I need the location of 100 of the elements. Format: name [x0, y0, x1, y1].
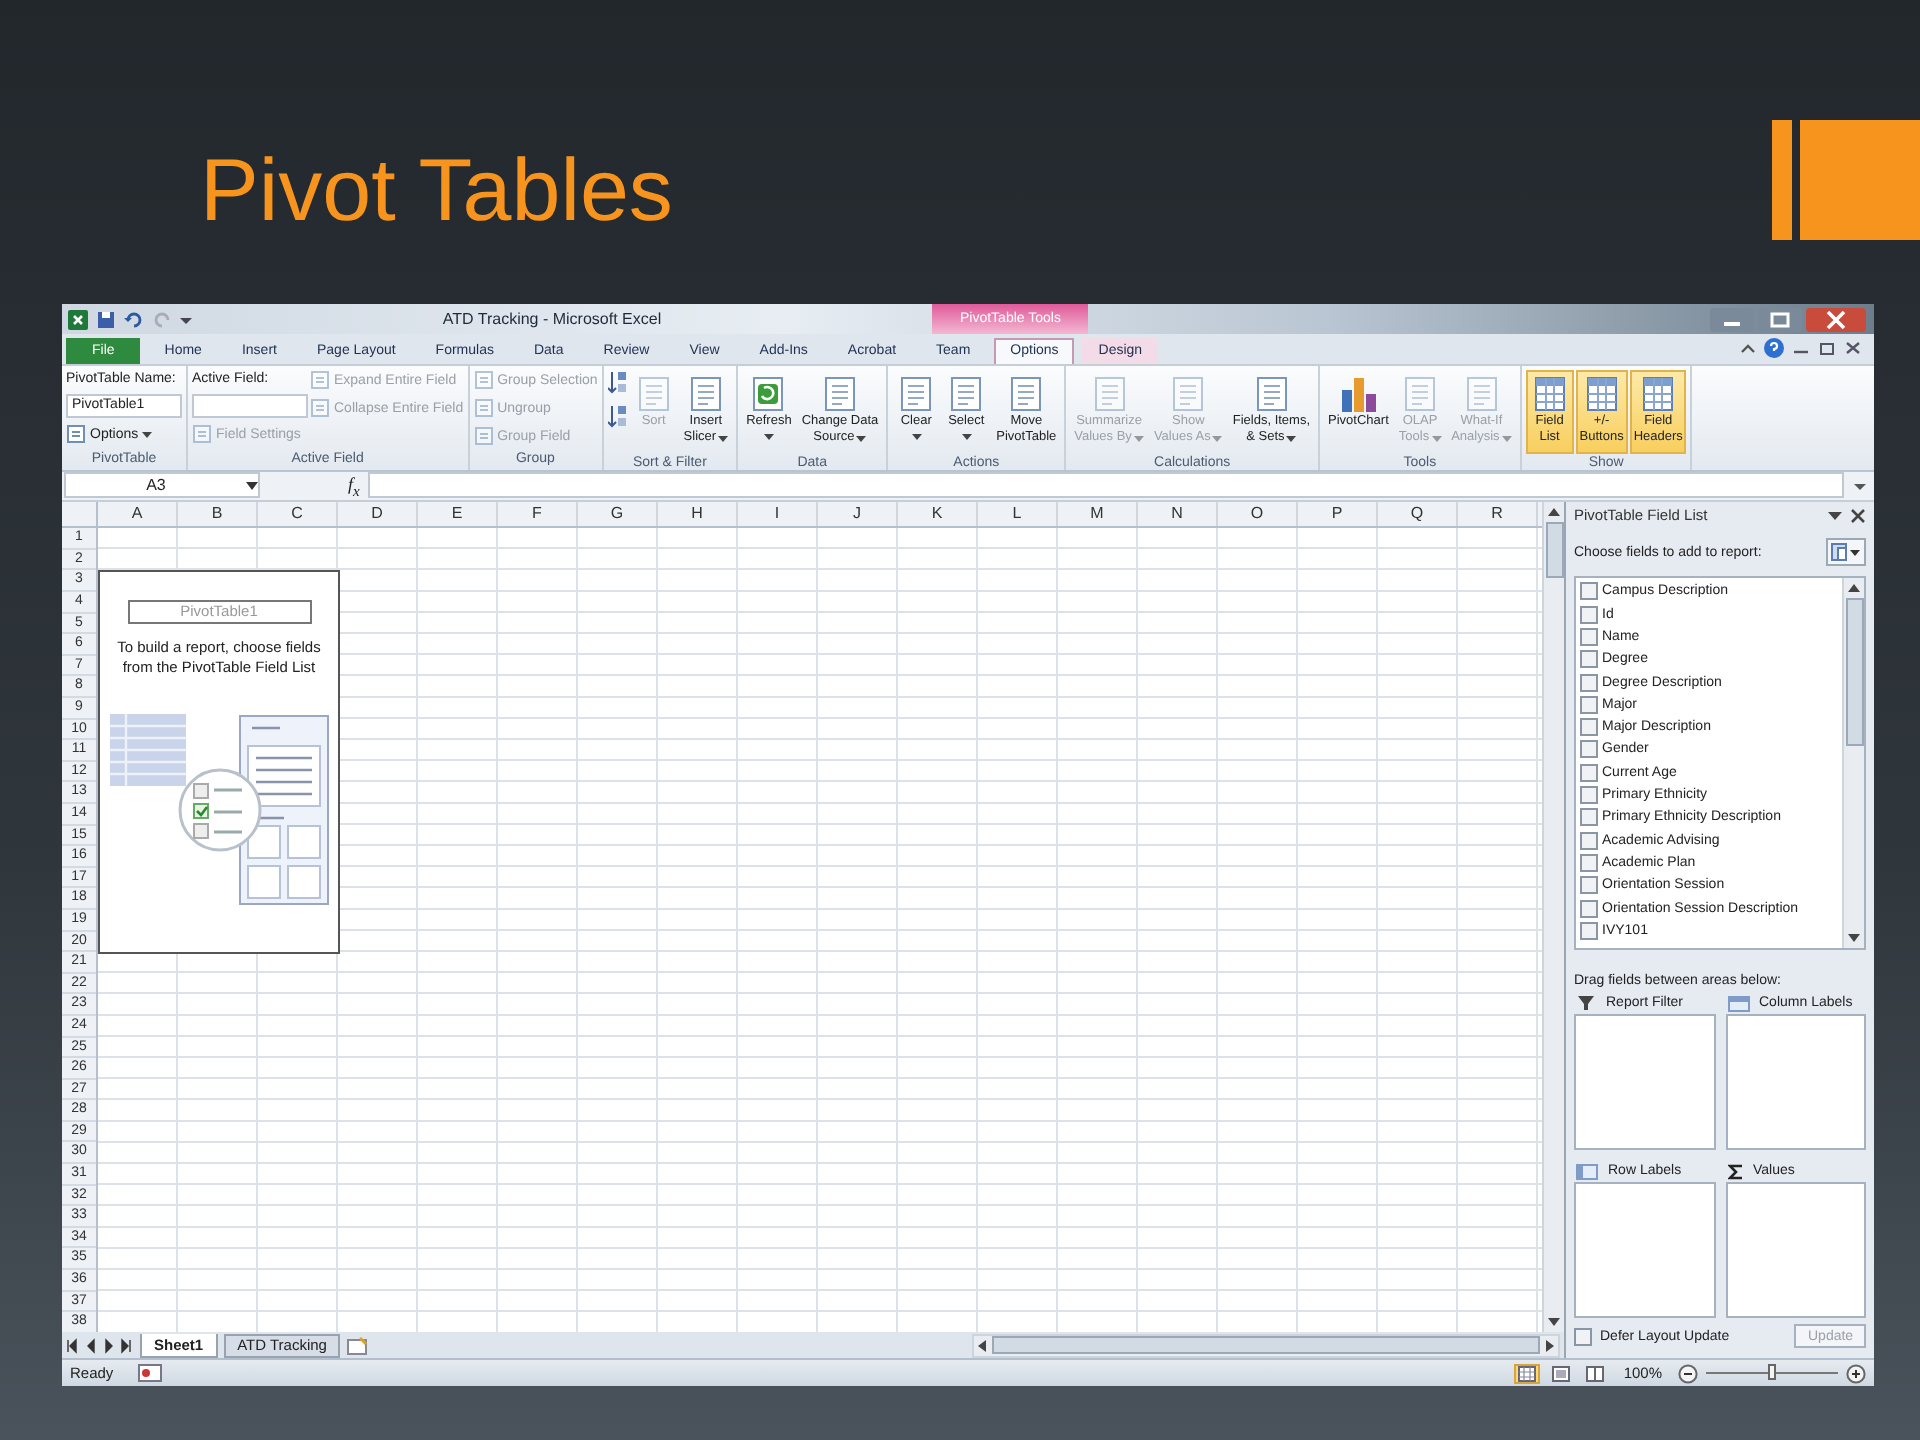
- checkbox[interactable]: [1580, 831, 1598, 850]
- checkbox[interactable]: [1580, 808, 1598, 827]
- column-header[interactable]: C: [258, 502, 338, 527]
- zoom-out-icon[interactable]: [1678, 1363, 1698, 1384]
- checkbox[interactable]: [1580, 763, 1598, 782]
- close-icon[interactable]: [1850, 507, 1866, 524]
- function-label[interactable]: f$_{x}$: [348, 473, 360, 499]
- bar-chart-icon: [1338, 373, 1379, 414]
- column-header[interactable]: H: [658, 502, 738, 527]
- refresh-icon: [748, 373, 789, 414]
- scroll-down-icon[interactable]: [1548, 1314, 1560, 1331]
- view-button[interactable]: [1581, 1363, 1608, 1384]
- checkbox[interactable]: [1580, 853, 1598, 872]
- drop-area[interactable]: [1725, 1014, 1866, 1151]
- table-icon: [1638, 373, 1679, 414]
- column-header[interactable]: G: [578, 502, 658, 527]
- column-header[interactable]: R: [1458, 502, 1538, 527]
- scroll-up-icon[interactable]: [1848, 580, 1860, 597]
- help-icon[interactable]: [1764, 338, 1784, 359]
- slide-title: Pivot Tables: [200, 140, 673, 244]
- sheet-nav-icon[interactable]: [66, 1337, 134, 1354]
- column-header[interactable]: E: [418, 502, 498, 527]
- vertical-scrollbar[interactable]: [1542, 502, 1564, 1333]
- macro-record-icon[interactable]: [137, 1364, 162, 1383]
- layout-button[interactable]: [1826, 538, 1866, 567]
- slider-thumb[interactable]: [1768, 1364, 1776, 1381]
- view-button[interactable]: [1547, 1363, 1574, 1384]
- document-icon: [685, 373, 726, 414]
- input-field[interactable]: [192, 393, 308, 418]
- collapse-ribbon-icon[interactable]: [1740, 340, 1756, 357]
- sort-icon[interactable]: [607, 403, 628, 432]
- view-button[interactable]: [1513, 1363, 1540, 1384]
- minimize-icon[interactable]: [1710, 307, 1754, 331]
- app-icon[interactable]: [68, 309, 88, 329]
- checkbox[interactable]: [1580, 921, 1598, 940]
- caret-icon: [1212, 431, 1223, 444]
- restore-icon[interactable]: [1758, 307, 1802, 331]
- document-icon: [819, 373, 860, 414]
- document-icon: [473, 398, 494, 419]
- document-icon: [192, 424, 212, 445]
- close-icon[interactable]: [1806, 307, 1866, 331]
- column-header[interactable]: N: [1138, 502, 1218, 527]
- insert-sheet-icon[interactable]: [346, 1335, 371, 1356]
- column-header[interactable]: J: [818, 502, 898, 527]
- column-header[interactable]: K: [898, 502, 978, 527]
- column-header[interactable]: L: [978, 502, 1058, 527]
- drop-area[interactable]: [1574, 1182, 1715, 1319]
- column-header[interactable]: O: [1218, 502, 1298, 527]
- column-header[interactable]: A: [98, 502, 178, 527]
- column-header[interactable]: M: [1058, 502, 1138, 527]
- sigma-icon: [1727, 1163, 1743, 1180]
- column-header[interactable]: F: [498, 502, 578, 527]
- caret-icon: [763, 429, 774, 442]
- checkbox[interactable]: [1580, 673, 1598, 692]
- drop-area[interactable]: [1574, 1014, 1715, 1151]
- scroll-down-icon[interactable]: [1848, 930, 1860, 947]
- document-icon: [633, 373, 674, 414]
- scrollbar-thumb[interactable]: [1545, 522, 1563, 579]
- undo-icon[interactable]: [124, 309, 144, 329]
- checkbox[interactable]: [1580, 628, 1598, 646]
- table-icon: [1576, 1163, 1598, 1180]
- document-icon: [310, 370, 330, 391]
- close-icon[interactable]: [1844, 340, 1862, 357]
- checkbox[interactable]: [1580, 876, 1598, 895]
- scroll-left-icon[interactable]: [974, 1339, 990, 1352]
- checkbox[interactable]: [1580, 740, 1598, 759]
- scroll-up-icon[interactable]: [1548, 504, 1560, 521]
- checkbox[interactable]: [1574, 1327, 1592, 1346]
- column-header[interactable]: P: [1298, 502, 1378, 527]
- name-box[interactable]: A3: [64, 472, 260, 499]
- scrollbar-thumb[interactable]: [992, 1336, 1540, 1355]
- checkbox[interactable]: [1580, 605, 1598, 624]
- column-header[interactable]: D: [338, 502, 418, 527]
- sort-icon[interactable]: [607, 369, 628, 398]
- caret-icon: [246, 479, 258, 492]
- document-icon: [1461, 373, 1502, 414]
- scrollbar-thumb[interactable]: [1845, 598, 1863, 747]
- checkbox[interactable]: [1580, 899, 1598, 918]
- formula-input[interactable]: [367, 472, 1844, 499]
- checkbox[interactable]: [1580, 650, 1598, 669]
- column-header[interactable]: I: [738, 502, 818, 527]
- drop-area[interactable]: [1725, 1182, 1866, 1319]
- scroll-right-icon[interactable]: [1542, 1339, 1558, 1352]
- checkbox[interactable]: [1580, 695, 1598, 714]
- checkbox[interactable]: [1580, 582, 1598, 601]
- document-icon: [946, 373, 987, 414]
- restore-icon[interactable]: [1818, 340, 1836, 357]
- document-icon: [1399, 373, 1440, 414]
- vertical-scrollbar[interactable]: [1842, 578, 1864, 949]
- zoom-in-icon[interactable]: [1846, 1363, 1866, 1384]
- checkbox[interactable]: [1580, 718, 1598, 737]
- checkbox[interactable]: [1580, 786, 1598, 805]
- save-icon[interactable]: [96, 309, 116, 329]
- caret-icon[interactable]: [1828, 508, 1842, 523]
- column-header[interactable]: B: [178, 502, 258, 527]
- horizontal-scrollbar[interactable]: [972, 1333, 1560, 1358]
- document-icon: [1006, 373, 1047, 414]
- table-icon: [1581, 373, 1622, 414]
- table-drawing: [107, 713, 187, 789]
- column-header[interactable]: Q: [1378, 502, 1458, 527]
